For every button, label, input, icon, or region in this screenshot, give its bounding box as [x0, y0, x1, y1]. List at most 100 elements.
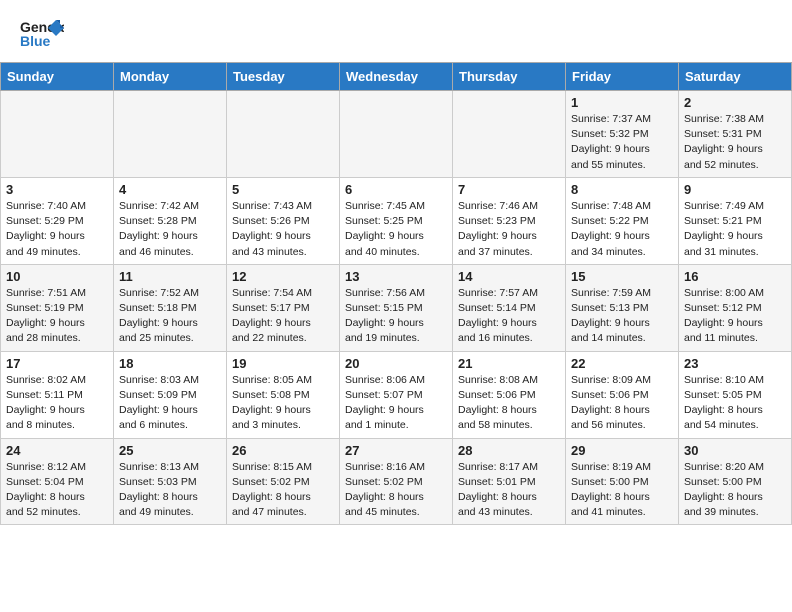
day-number: 15 [571, 269, 673, 284]
calendar-day-cell: 10 Sunrise: 7:51 AM Sunset: 5:19 PM Dayli… [1, 264, 114, 351]
day-info: Sunrise: 7:43 AM Sunset: 5:26 PM Dayligh… [232, 199, 334, 260]
day-info: Sunrise: 8:16 AM Sunset: 5:02 PM Dayligh… [345, 460, 447, 521]
day-info: Sunrise: 7:51 AM Sunset: 5:19 PM Dayligh… [6, 286, 108, 347]
weekday-header: Wednesday [340, 63, 453, 91]
calendar-day-cell: 7 Sunrise: 7:46 AM Sunset: 5:23 PM Daylig… [453, 177, 566, 264]
day-number: 19 [232, 356, 334, 371]
calendar-empty-cell [340, 91, 453, 178]
day-number: 5 [232, 182, 334, 197]
day-number: 3 [6, 182, 108, 197]
calendar-week-row: 24 Sunrise: 8:12 AM Sunset: 5:04 PM Dayli… [1, 438, 792, 525]
calendar-day-cell: 28 Sunrise: 8:17 AM Sunset: 5:01 PM Dayli… [453, 438, 566, 525]
day-info: Sunrise: 7:48 AM Sunset: 5:22 PM Dayligh… [571, 199, 673, 260]
calendar-day-cell: 30 Sunrise: 8:20 AM Sunset: 5:00 PM Dayli… [679, 438, 792, 525]
calendar-empty-cell [227, 91, 340, 178]
day-number: 18 [119, 356, 221, 371]
calendar-day-cell: 27 Sunrise: 8:16 AM Sunset: 5:02 PM Dayli… [340, 438, 453, 525]
weekday-header: Sunday [1, 63, 114, 91]
calendar-week-row: 17Sunrise: 8:02 AM Sunset: 5:11 PM Dayli… [1, 351, 792, 438]
calendar-day-cell: 22Sunrise: 8:09 AM Sunset: 5:06 PM Dayli… [566, 351, 679, 438]
weekday-header: Monday [114, 63, 227, 91]
calendar-day-cell: 9 Sunrise: 7:49 AM Sunset: 5:21 PM Daylig… [679, 177, 792, 264]
day-info: Sunrise: 8:02 AM Sunset: 5:11 PM Dayligh… [6, 373, 108, 434]
weekday-header: Tuesday [227, 63, 340, 91]
day-number: 9 [684, 182, 786, 197]
calendar-empty-cell [114, 91, 227, 178]
calendar-day-cell: 4 Sunrise: 7:42 AM Sunset: 5:28 PM Daylig… [114, 177, 227, 264]
day-number: 24 [6, 443, 108, 458]
day-number: 28 [458, 443, 560, 458]
day-number: 7 [458, 182, 560, 197]
day-number: 4 [119, 182, 221, 197]
day-number: 8 [571, 182, 673, 197]
logo-icon: General Blue [20, 16, 64, 54]
day-info: Sunrise: 8:15 AM Sunset: 5:02 PM Dayligh… [232, 460, 334, 521]
day-number: 29 [571, 443, 673, 458]
day-info: Sunrise: 8:05 AM Sunset: 5:08 PM Dayligh… [232, 373, 334, 434]
day-info: Sunrise: 8:20 AM Sunset: 5:00 PM Dayligh… [684, 460, 786, 521]
calendar-day-cell: 29 Sunrise: 8:19 AM Sunset: 5:00 PM Dayli… [566, 438, 679, 525]
calendar-week-row: 1 Sunrise: 7:37 AM Sunset: 5:32 PM Daylig… [1, 91, 792, 178]
day-info: Sunrise: 7:54 AM Sunset: 5:17 PM Dayligh… [232, 286, 334, 347]
day-info: Sunrise: 7:42 AM Sunset: 5:28 PM Dayligh… [119, 199, 221, 260]
calendar-day-cell: 8 Sunrise: 7:48 AM Sunset: 5:22 PM Daylig… [566, 177, 679, 264]
day-info: Sunrise: 8:06 AM Sunset: 5:07 PM Dayligh… [345, 373, 447, 434]
day-number: 23 [684, 356, 786, 371]
calendar-day-cell: 19 Sunrise: 8:05 AM Sunset: 5:08 PM Dayli… [227, 351, 340, 438]
day-info: Sunrise: 7:38 AM Sunset: 5:31 PM Dayligh… [684, 112, 786, 173]
logo: General Blue [20, 16, 64, 54]
day-info: Sunrise: 7:57 AM Sunset: 5:14 PM Dayligh… [458, 286, 560, 347]
calendar-day-cell: 2Sunrise: 7:38 AM Sunset: 5:31 PM Daylig… [679, 91, 792, 178]
calendar-day-cell: 26 Sunrise: 8:15 AM Sunset: 5:02 PM Dayli… [227, 438, 340, 525]
day-number: 1 [571, 95, 673, 110]
day-number: 26 [232, 443, 334, 458]
calendar-day-cell: 1 Sunrise: 7:37 AM Sunset: 5:32 PM Daylig… [566, 91, 679, 178]
day-info: Sunrise: 7:40 AM Sunset: 5:29 PM Dayligh… [6, 199, 108, 260]
day-number: 16 [684, 269, 786, 284]
day-info: Sunrise: 7:59 AM Sunset: 5:13 PM Dayligh… [571, 286, 673, 347]
day-info: Sunrise: 8:00 AM Sunset: 5:12 PM Dayligh… [684, 286, 786, 347]
day-info: Sunrise: 7:46 AM Sunset: 5:23 PM Dayligh… [458, 199, 560, 260]
calendar-day-cell: 13Sunrise: 7:56 AM Sunset: 5:15 PM Dayli… [340, 264, 453, 351]
calendar-day-cell: 12 Sunrise: 7:54 AM Sunset: 5:17 PM Dayli… [227, 264, 340, 351]
calendar-day-cell: 5 Sunrise: 7:43 AM Sunset: 5:26 PM Daylig… [227, 177, 340, 264]
day-number: 21 [458, 356, 560, 371]
day-number: 13 [345, 269, 447, 284]
day-info: Sunrise: 7:49 AM Sunset: 5:21 PM Dayligh… [684, 199, 786, 260]
day-number: 10 [6, 269, 108, 284]
calendar: SundayMondayTuesdayWednesdayThursdayFrid… [0, 62, 792, 525]
day-number: 30 [684, 443, 786, 458]
day-number: 6 [345, 182, 447, 197]
calendar-empty-cell [453, 91, 566, 178]
day-info: Sunrise: 8:10 AM Sunset: 5:05 PM Dayligh… [684, 373, 786, 434]
calendar-day-cell: 18Sunrise: 8:03 AM Sunset: 5:09 PM Dayli… [114, 351, 227, 438]
day-info: Sunrise: 8:17 AM Sunset: 5:01 PM Dayligh… [458, 460, 560, 521]
day-info: Sunrise: 7:37 AM Sunset: 5:32 PM Dayligh… [571, 112, 673, 173]
calendar-day-cell: 17Sunrise: 8:02 AM Sunset: 5:11 PM Dayli… [1, 351, 114, 438]
day-info: Sunrise: 8:13 AM Sunset: 5:03 PM Dayligh… [119, 460, 221, 521]
calendar-day-cell: 3 Sunrise: 7:40 AM Sunset: 5:29 PM Daylig… [1, 177, 114, 264]
day-number: 12 [232, 269, 334, 284]
day-info: Sunrise: 7:52 AM Sunset: 5:18 PM Dayligh… [119, 286, 221, 347]
calendar-day-cell: 20Sunrise: 8:06 AM Sunset: 5:07 PM Dayli… [340, 351, 453, 438]
day-info: Sunrise: 8:19 AM Sunset: 5:00 PM Dayligh… [571, 460, 673, 521]
day-info: Sunrise: 8:08 AM Sunset: 5:06 PM Dayligh… [458, 373, 560, 434]
calendar-day-cell: 16 Sunrise: 8:00 AM Sunset: 5:12 PM Dayli… [679, 264, 792, 351]
svg-text:Blue: Blue [20, 33, 51, 49]
weekday-header-row: SundayMondayTuesdayWednesdayThursdayFrid… [1, 63, 792, 91]
calendar-day-cell: 25 Sunrise: 8:13 AM Sunset: 5:03 PM Dayli… [114, 438, 227, 525]
day-number: 27 [345, 443, 447, 458]
calendar-empty-cell [1, 91, 114, 178]
calendar-day-cell: 6Sunrise: 7:45 AM Sunset: 5:25 PM Daylig… [340, 177, 453, 264]
calendar-day-cell: 14 Sunrise: 7:57 AM Sunset: 5:14 PM Dayli… [453, 264, 566, 351]
day-number: 14 [458, 269, 560, 284]
calendar-day-cell: 21 Sunrise: 8:08 AM Sunset: 5:06 PM Dayli… [453, 351, 566, 438]
calendar-day-cell: 15 Sunrise: 7:59 AM Sunset: 5:13 PM Dayli… [566, 264, 679, 351]
day-number: 11 [119, 269, 221, 284]
day-number: 22 [571, 356, 673, 371]
day-number: 25 [119, 443, 221, 458]
day-info: Sunrise: 8:12 AM Sunset: 5:04 PM Dayligh… [6, 460, 108, 521]
calendar-day-cell: 23 Sunrise: 8:10 AM Sunset: 5:05 PM Dayli… [679, 351, 792, 438]
calendar-day-cell: 24 Sunrise: 8:12 AM Sunset: 5:04 PM Dayli… [1, 438, 114, 525]
calendar-week-row: 10 Sunrise: 7:51 AM Sunset: 5:19 PM Dayli… [1, 264, 792, 351]
